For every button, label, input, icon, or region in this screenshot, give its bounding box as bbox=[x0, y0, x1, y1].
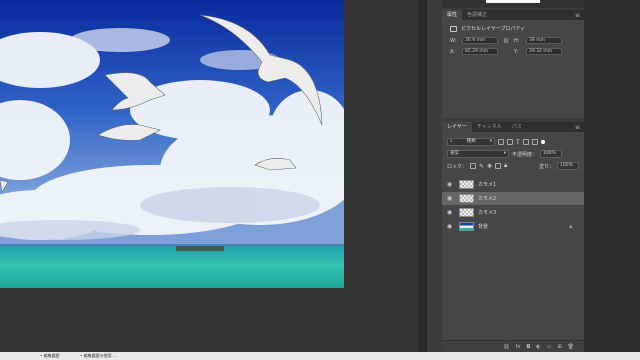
taskbar-item[interactable]: • 編集履歴の使用 ... bbox=[80, 353, 117, 359]
eye-icon[interactable]: ◉ bbox=[446, 223, 453, 230]
blend-row: 通常 ▾ 不透明度： 100% bbox=[442, 150, 584, 158]
layer-thumbnail bbox=[459, 194, 474, 203]
blend-mode-select[interactable]: 通常 ▾ bbox=[447, 150, 509, 158]
opacity-value: 100% bbox=[543, 151, 556, 156]
layer-row-kamome1[interactable]: ◉ カモメ1 bbox=[442, 178, 584, 191]
eye-icon[interactable]: ◉ bbox=[446, 209, 453, 216]
lock-transparent-icon[interactable] bbox=[470, 163, 477, 169]
chevron-down-icon: ▾ bbox=[489, 139, 492, 144]
layers-menu-icon[interactable]: ≡ bbox=[575, 124, 580, 131]
filter-toggle-icon[interactable] bbox=[540, 140, 545, 144]
tab-channels[interactable]: チャンネル bbox=[472, 122, 507, 132]
w-label: W: bbox=[450, 37, 457, 44]
tab-layers[interactable]: レイヤー bbox=[442, 122, 472, 132]
taskbar-item[interactable]: • 編集履歴 bbox=[40, 353, 60, 359]
layer-name: 背景 bbox=[478, 224, 489, 230]
y-field[interactable]: 29.32 mm bbox=[526, 48, 562, 55]
filter-adjustment-icon[interactable] bbox=[507, 139, 513, 145]
color-swatch-bar bbox=[486, 0, 540, 3]
new-layer-icon[interactable]: ⊞ bbox=[557, 344, 561, 350]
filter-pixel-icon[interactable] bbox=[498, 139, 504, 145]
eye-icon[interactable]: ◉ bbox=[446, 181, 453, 188]
lock-all-icon[interactable]: 🔒︎ bbox=[504, 162, 507, 170]
folder-icon[interactable]: ▭ bbox=[547, 344, 552, 350]
panel-dock-strip bbox=[426, 0, 442, 352]
fill-label: 塗り： bbox=[538, 163, 554, 170]
filter-row: ⌕ 種類 ▾ T bbox=[442, 138, 584, 146]
layer-row-kamome3[interactable]: ◉ カモメ3 bbox=[442, 206, 584, 219]
layer-filter-select[interactable]: ⌕ 種類 ▾ bbox=[447, 138, 495, 146]
eye-icon[interactable]: ◉ bbox=[446, 195, 453, 202]
layer-thumbnail bbox=[459, 208, 474, 217]
lock-paint-icon[interactable]: ✎ bbox=[479, 163, 484, 170]
filter-smart-icon[interactable] bbox=[531, 139, 538, 145]
adjustment-icon[interactable]: ◐ bbox=[536, 344, 540, 350]
position-row: X: 85.29 mm Y: 29.32 mm bbox=[442, 46, 584, 57]
pixel-layer-icon bbox=[450, 25, 457, 32]
properties-title: ピクセルレイヤープロパティ bbox=[461, 26, 526, 32]
right-edge-area bbox=[584, 0, 640, 352]
trash-icon[interactable]: 🗑︎ bbox=[568, 344, 574, 350]
tab-properties[interactable]: 属性 bbox=[442, 10, 463, 20]
layer-thumbnail bbox=[459, 222, 474, 231]
properties-panel: 属性 色調補正 ≡ ピクセルレイヤープロパティ W: 30.9 mm ⛓ H: … bbox=[442, 10, 584, 118]
fx-icon[interactable]: fx bbox=[516, 344, 521, 350]
size-row: W: 30.9 mm ⛓ H: 39 mm bbox=[442, 35, 584, 46]
filter-type-icon[interactable]: T bbox=[516, 139, 520, 146]
link-icon[interactable]: ⛓ bbox=[500, 38, 512, 44]
chevron-down-icon: ▾ bbox=[503, 151, 506, 156]
lock-icon: 🔒︎ bbox=[569, 223, 572, 230]
search-icon: ⌕ bbox=[450, 139, 453, 144]
layers-panel: レイヤー チャンネル パス ≡ ⌕ 種類 ▾ T 通常 ▾ 不透明度： 100%… bbox=[442, 122, 584, 352]
layer-name: カモメ1 bbox=[478, 182, 497, 188]
layers-tabbar: レイヤー チャンネル パス ≡ bbox=[442, 122, 584, 132]
fill-value: 100% bbox=[560, 163, 573, 168]
properties-title-row: ピクセルレイヤープロパティ bbox=[442, 20, 584, 35]
width-field[interactable]: 30.9 mm bbox=[462, 37, 498, 44]
blend-mode-value: 通常 bbox=[450, 151, 459, 156]
link-icon[interactable]: ⛓ bbox=[503, 344, 509, 350]
layer-row-kamome2[interactable]: ◉ カモメ2 bbox=[442, 192, 584, 205]
layer-row-background[interactable]: ◉ 背景 🔒︎ bbox=[442, 220, 584, 233]
opacity-label: 不透明度： bbox=[512, 151, 538, 158]
layer-name: カモメ3 bbox=[478, 210, 497, 216]
mask-icon[interactable]: ◘ bbox=[526, 344, 530, 350]
fill-field[interactable]: 100% bbox=[557, 162, 579, 170]
tab-adjustments[interactable]: 色調補正 bbox=[462, 10, 492, 20]
lock-row: ロック： ✎ ✥ 🔒︎ 塗り： 100% bbox=[442, 162, 584, 170]
panel-divider[interactable] bbox=[418, 0, 426, 352]
lock-artboard-icon[interactable] bbox=[495, 163, 502, 169]
layer-name: カモメ2 bbox=[478, 196, 497, 202]
y-label: Y: bbox=[514, 48, 519, 55]
x-field[interactable]: 85.29 mm bbox=[462, 48, 498, 55]
x-label: X: bbox=[450, 48, 456, 55]
top-strip bbox=[442, 0, 584, 8]
layer-thumbnail bbox=[459, 180, 474, 189]
panel-menu-icon[interactable]: ≡ bbox=[575, 12, 580, 19]
h-label: H: bbox=[514, 37, 520, 44]
tab-paths[interactable]: パス bbox=[507, 122, 527, 132]
lock-move-icon[interactable]: ✥ bbox=[487, 163, 492, 170]
filter-shape-icon[interactable] bbox=[522, 139, 529, 145]
height-field[interactable]: 39 mm bbox=[526, 37, 562, 44]
filter-kind: 種類 bbox=[466, 139, 476, 144]
layers-footer: ⛓ fx ◘ ◐ ▭ ⊞ 🗑︎ bbox=[442, 340, 584, 352]
canvas-workspace[interactable] bbox=[0, 0, 418, 352]
lock-label: ロック： bbox=[447, 163, 468, 170]
document-canvas[interactable] bbox=[0, 0, 344, 288]
opacity-field[interactable]: 100% bbox=[540, 150, 563, 158]
seagulls-photo bbox=[0, 0, 344, 288]
properties-tabbar: 属性 色調補正 ≡ bbox=[442, 10, 584, 20]
taskbar: • 編集履歴 • 編集履歴の使用 ... bbox=[0, 352, 640, 360]
